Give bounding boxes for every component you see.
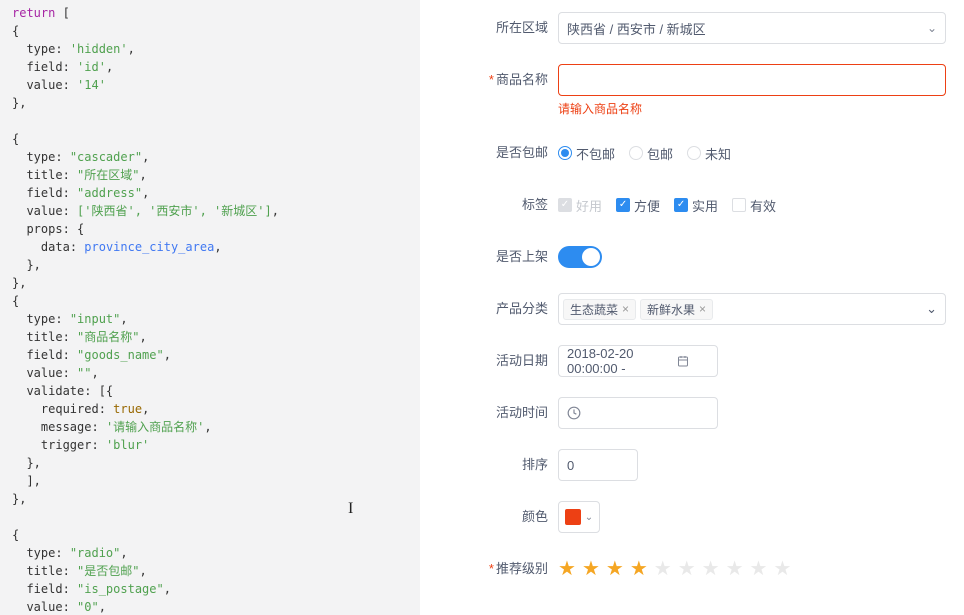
- radio-no-postage[interactable]: 不包邮: [558, 144, 615, 163]
- label-tags: 标签: [438, 189, 558, 221]
- goods-name-input[interactable]: [558, 64, 946, 96]
- color-swatch: [565, 509, 581, 525]
- chevron-down-icon: ⌄: [585, 512, 593, 523]
- radio-postage[interactable]: 包邮: [629, 144, 673, 163]
- label-region: 所在区域: [438, 12, 558, 44]
- label-activity-time: 活动时间: [438, 397, 558, 429]
- radio-unknown[interactable]: 未知: [687, 144, 731, 163]
- checkbox-good: 好用: [558, 196, 602, 215]
- activity-date-input[interactable]: 2018-02-20 00:00:00 -: [558, 345, 718, 377]
- label-category: 产品分类: [438, 293, 558, 325]
- region-cascader[interactable]: 陕西省 / 西安市 / 新城区 ⌄: [558, 12, 946, 44]
- label-onshelf: 是否上架: [438, 241, 558, 273]
- label-goods-name: *商品名称: [438, 64, 558, 96]
- checkbox-convenient[interactable]: 方便: [616, 196, 660, 215]
- star-icon[interactable]: ★: [582, 553, 600, 585]
- star-icon[interactable]: ★: [750, 553, 768, 585]
- form-preview: 所在区域 陕西省 / 西安市 / 新城区 ⌄ *商品名称 请输入商品名称 是否包…: [420, 0, 964, 615]
- chevron-down-icon: ⌄: [927, 21, 937, 35]
- code-editor[interactable]: return [ { type: 'hidden', field: 'id', …: [0, 0, 420, 615]
- checkbox-effective[interactable]: 有效: [732, 196, 776, 215]
- star-icon[interactable]: ★: [678, 553, 696, 585]
- close-icon[interactable]: ×: [622, 302, 629, 316]
- text-cursor: I: [348, 500, 353, 518]
- color-picker[interactable]: ⌄: [558, 501, 600, 533]
- goods-name-error: 请输入商品名称: [558, 100, 946, 117]
- star-icon[interactable]: ★: [630, 553, 648, 585]
- label-sort: 排序: [438, 449, 558, 481]
- label-activity-date: 活动日期: [438, 345, 558, 377]
- star-icon[interactable]: ★: [654, 553, 672, 585]
- activity-time-input[interactable]: [558, 397, 718, 429]
- label-color: 颜色: [438, 501, 558, 533]
- star-icon[interactable]: ★: [726, 553, 744, 585]
- onshelf-switch[interactable]: [558, 246, 602, 268]
- clock-icon: [567, 406, 581, 420]
- rating-stars[interactable]: ★ ★ ★ ★ ★ ★ ★ ★ ★ ★: [558, 553, 946, 585]
- label-rating: *推荐级别: [438, 553, 558, 585]
- star-icon[interactable]: ★: [558, 553, 576, 585]
- sort-input[interactable]: 0: [558, 449, 638, 481]
- close-icon[interactable]: ×: [699, 302, 706, 316]
- tag-category-1: 新鲜水果×: [640, 299, 713, 320]
- star-icon[interactable]: ★: [702, 553, 720, 585]
- chevron-down-icon: ⌄: [926, 301, 937, 317]
- category-select[interactable]: 生态蔬菜× 新鲜水果× ⌄: [558, 293, 946, 325]
- calendar-icon: [677, 354, 689, 368]
- star-icon[interactable]: ★: [606, 553, 624, 585]
- star-icon[interactable]: ★: [773, 553, 791, 585]
- label-postage: 是否包邮: [438, 137, 558, 169]
- checkbox-practical[interactable]: 实用: [674, 196, 718, 215]
- tag-category-0: 生态蔬菜×: [563, 299, 636, 320]
